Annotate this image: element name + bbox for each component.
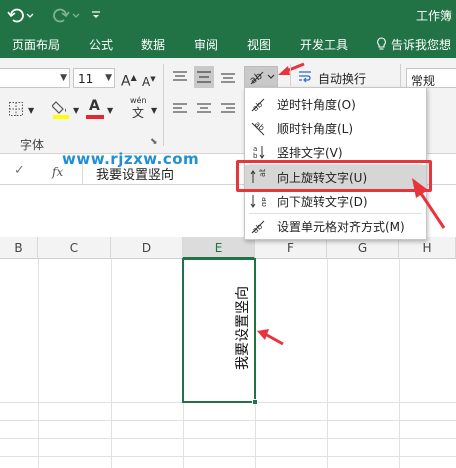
column-headers: B C D E F G H: [0, 237, 456, 259]
font-name-combo[interactable]: ▼: [0, 68, 70, 88]
column-header-f[interactable]: F: [255, 237, 327, 259]
svg-text:ab: ab: [260, 197, 266, 207]
grid-line: [399, 259, 400, 468]
font-color-icon[interactable]: A: [86, 98, 104, 120]
wrap-text-icon: [299, 71, 311, 83]
tab-formulas[interactable]: 公式: [89, 36, 113, 53]
align-center-icon[interactable]: [196, 102, 212, 116]
title-bar: 工作簿: [0, 0, 456, 30]
tab-page-layout[interactable]: 页面布局: [12, 36, 60, 53]
format-cell-alignment-icon: ab: [251, 220, 265, 234]
align-bottom-icon[interactable]: [220, 70, 236, 84]
column-header-c[interactable]: C: [38, 237, 111, 259]
ribbon-divider: [163, 64, 164, 146]
cell-vertical-text: 我要设置竖向: [233, 278, 251, 378]
menu-item-format-cell-alignment[interactable]: ab 设置单元格对齐方式(M): [245, 214, 426, 238]
rotate-text-down-icon: ab: [250, 195, 266, 208]
redo-icon[interactable]: [52, 6, 82, 24]
enter-check-icon[interactable]: ✓: [14, 163, 25, 178]
align-middle-icon[interactable]: [194, 66, 214, 88]
window-title: 工作簿: [415, 9, 452, 23]
menu-item-label: 竖排文字(V): [277, 146, 343, 160]
wrap-text-button[interactable]: 自动换行: [318, 70, 366, 87]
svg-text:b: b: [253, 152, 258, 160]
menu-item-label: 顺时针角度(L): [277, 122, 354, 136]
column-header-b[interactable]: B: [0, 237, 38, 259]
column-header-e[interactable]: E: [183, 237, 255, 259]
grid-line: [327, 259, 328, 468]
menu-item-angle-counterclockwise[interactable]: ab 逆时针角度(O): [245, 92, 426, 116]
align-top-icon[interactable]: [172, 70, 188, 84]
chevron-down-icon[interactable]: ▼: [107, 103, 113, 119]
tell-me-search[interactable]: 告诉我您想: [391, 36, 451, 53]
annotation-highlight-box: [236, 160, 432, 192]
column-header-g[interactable]: G: [327, 237, 399, 259]
tab-view[interactable]: 视图: [247, 36, 271, 53]
decrease-font-size-icon[interactable]: A▼: [142, 71, 156, 90]
chevron-down-icon[interactable]: ▼: [28, 103, 34, 119]
site-watermark: www.rjzxw.com: [62, 150, 200, 168]
borders-icon[interactable]: [8, 101, 24, 117]
font-size-value: 11: [78, 72, 94, 86]
chevron-down-icon[interactable]: ▼: [73, 103, 79, 119]
ribbon-tabs: 页面布局 公式 数据 审阅 视图 开发工具 告诉我您想: [0, 30, 456, 58]
tab-data[interactable]: 数据: [141, 36, 165, 53]
grid-line: [111, 259, 112, 468]
column-header-d[interactable]: D: [111, 237, 183, 259]
customize-qat-icon[interactable]: [91, 6, 101, 24]
annotation-arrow-cell: [257, 329, 284, 346]
align-right-icon[interactable]: [220, 102, 236, 116]
font-group-label: 字体: [20, 138, 45, 152]
chevron-down-icon: ▼: [60, 73, 67, 83]
chevron-down-icon: ▼: [105, 73, 112, 83]
cell-text: 我要设置竖向: [235, 286, 251, 370]
grid-line: [0, 456, 456, 457]
clockwise-angle-icon: ab: [251, 120, 266, 136]
menu-item-label: 设置单元格对齐方式(M): [277, 220, 405, 234]
chevron-down-icon[interactable]: ▼: [151, 103, 157, 119]
grid-line: [38, 259, 39, 468]
increase-font-size-icon[interactable]: A▲: [121, 70, 137, 90]
font-size-combo[interactable]: 11 ▼: [73, 68, 115, 88]
column-header-h[interactable]: H: [399, 237, 456, 259]
counterclockwise-angle-icon: ab: [251, 98, 265, 112]
menu-item-rotate-text-down[interactable]: ab 向下旋转文字(D): [245, 189, 426, 213]
ribbon-divider: [290, 64, 291, 86]
undo-icon[interactable]: [6, 6, 36, 24]
menu-item-label: 向下旋转文字(D): [277, 195, 368, 209]
fill-color-icon[interactable]: [52, 98, 70, 120]
align-left-icon[interactable]: [172, 102, 188, 116]
lightbulb-icon: [377, 37, 386, 50]
annotation-arrow-menu: [412, 178, 446, 229]
number-format-combo[interactable]: 常规: [406, 68, 456, 88]
tab-developer[interactable]: 开发工具: [300, 36, 348, 53]
phonetic-guide-icon[interactable]: wén 文: [128, 96, 150, 120]
orientation-icon: ab: [248, 71, 275, 86]
fill-handle[interactable]: [252, 399, 258, 405]
tab-review[interactable]: 审阅: [194, 36, 218, 53]
font-dialog-launcher-icon[interactable]: ⬊: [150, 137, 158, 147]
menu-item-angle-clockwise[interactable]: ab 顺时针角度(L): [245, 116, 426, 140]
grid-line: [0, 420, 456, 421]
grid-line: [0, 438, 456, 439]
vertical-text-icon: a b: [253, 145, 265, 160]
menu-item-label: 逆时针角度(O): [277, 98, 356, 112]
